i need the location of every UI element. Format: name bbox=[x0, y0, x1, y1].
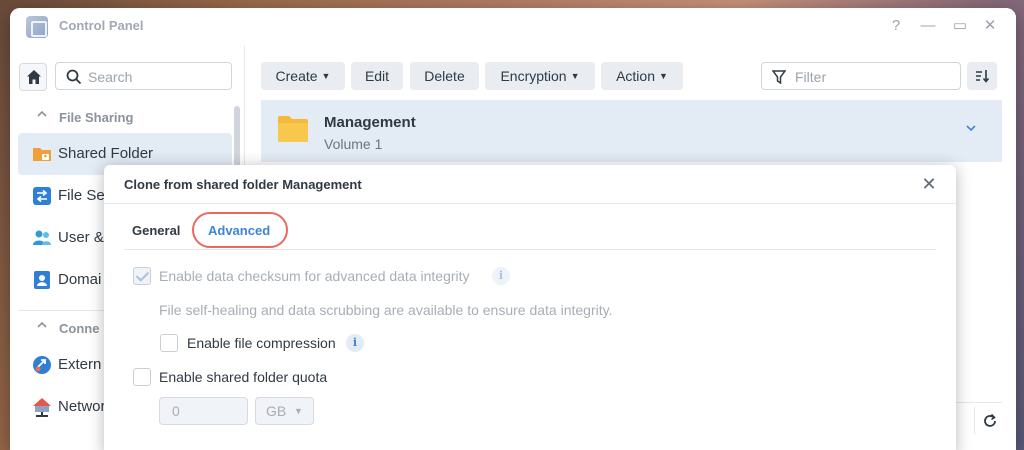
sidebar-item-label: Networ bbox=[58, 398, 106, 415]
folder-name: Management bbox=[324, 114, 416, 131]
caret-down-icon: ▼ bbox=[659, 71, 668, 81]
shared-folder-icon bbox=[33, 148, 51, 161]
encryption-button-label: Encryption bbox=[500, 68, 567, 84]
action-button-label: Action bbox=[616, 68, 655, 84]
quota-unit-label: GB bbox=[266, 403, 287, 419]
create-button-label: Create bbox=[275, 68, 318, 84]
dialog-header-divider bbox=[104, 203, 956, 204]
checksum-description: File self-healing and data scrubbing are… bbox=[159, 302, 613, 318]
chevron-up-icon bbox=[36, 319, 48, 334]
action-button[interactable]: Action ▼ bbox=[601, 62, 683, 90]
sidebar-item-label: Extern bbox=[58, 356, 102, 373]
filter-box bbox=[761, 62, 961, 90]
home-icon bbox=[27, 70, 41, 84]
sidebar-item-label: Shared Folder bbox=[58, 145, 154, 162]
sidebar-item-label: Domai bbox=[58, 271, 102, 288]
help-icon[interactable]: ? bbox=[886, 16, 906, 36]
network-icon bbox=[33, 398, 51, 417]
external-access-icon bbox=[33, 356, 51, 374]
folder-icon bbox=[278, 116, 308, 142]
close-icon[interactable]: ✕ bbox=[918, 173, 940, 195]
refresh-button[interactable] bbox=[974, 406, 1004, 436]
section-label: Conne bbox=[59, 321, 100, 336]
delete-button[interactable]: Delete bbox=[410, 62, 479, 90]
control-panel-app-icon bbox=[26, 16, 48, 38]
tab-general[interactable]: General bbox=[132, 223, 180, 238]
sort-icon bbox=[976, 70, 989, 83]
encryption-button[interactable]: Encryption ▼ bbox=[485, 62, 595, 90]
info-icon: i bbox=[492, 267, 510, 285]
tab-bar-divider bbox=[124, 249, 936, 250]
search-icon bbox=[66, 69, 82, 85]
home-button[interactable] bbox=[19, 63, 47, 91]
filter-input[interactable] bbox=[795, 67, 955, 87]
clone-dialog: Clone from shared folder Management ✕ Ge… bbox=[104, 165, 956, 450]
window-title: Control Panel bbox=[59, 18, 144, 33]
section-label: File Sharing bbox=[59, 110, 134, 125]
caret-down-icon: ▼ bbox=[294, 406, 303, 416]
highlight-ring bbox=[192, 212, 288, 248]
quota-label[interactable]: Enable shared folder quota bbox=[159, 369, 327, 385]
sort-button[interactable] bbox=[967, 62, 997, 90]
edit-button[interactable]: Edit bbox=[351, 62, 403, 90]
chevron-up-icon bbox=[36, 108, 48, 123]
domain-icon bbox=[34, 271, 50, 289]
chevron-down-icon[interactable] bbox=[965, 122, 977, 137]
checksum-label: Enable data checksum for advanced data i… bbox=[159, 268, 470, 284]
minimize-icon[interactable]: — bbox=[918, 16, 938, 36]
sidebar-item-label: User & bbox=[58, 229, 104, 246]
search-input[interactable] bbox=[88, 67, 226, 87]
refresh-icon bbox=[984, 413, 996, 427]
filter-icon bbox=[772, 70, 786, 84]
info-icon[interactable]: i bbox=[346, 334, 364, 352]
compression-label[interactable]: Enable file compression bbox=[187, 335, 336, 351]
caret-down-icon: ▼ bbox=[570, 71, 580, 81]
title-bar: Control Panel ? — ▭ ✕ bbox=[10, 8, 1016, 46]
caret-down-icon: ▼ bbox=[321, 71, 331, 81]
sidebar-item-label: File Se bbox=[58, 187, 105, 204]
quota-value-input: 0 bbox=[159, 397, 248, 425]
create-button[interactable]: Create ▼ bbox=[261, 62, 345, 90]
user-group-icon bbox=[33, 230, 51, 245]
file-services-icon bbox=[33, 187, 51, 205]
section-header-file-sharing[interactable]: File Sharing bbox=[10, 105, 235, 129]
quota-unit-select: GB ▼ bbox=[255, 397, 314, 425]
maximize-icon[interactable]: ▭ bbox=[950, 16, 970, 36]
compression-checkbox[interactable] bbox=[160, 334, 178, 352]
dialog-title: Clone from shared folder Management bbox=[124, 177, 362, 192]
checksum-checkbox bbox=[133, 267, 151, 285]
close-window-icon[interactable]: ✕ bbox=[980, 16, 1000, 36]
sidebar-search bbox=[55, 62, 232, 90]
list-item[interactable]: Management Volume 1 bbox=[261, 100, 1002, 162]
folder-volume: Volume 1 bbox=[324, 136, 383, 152]
quota-checkbox[interactable] bbox=[133, 368, 151, 386]
